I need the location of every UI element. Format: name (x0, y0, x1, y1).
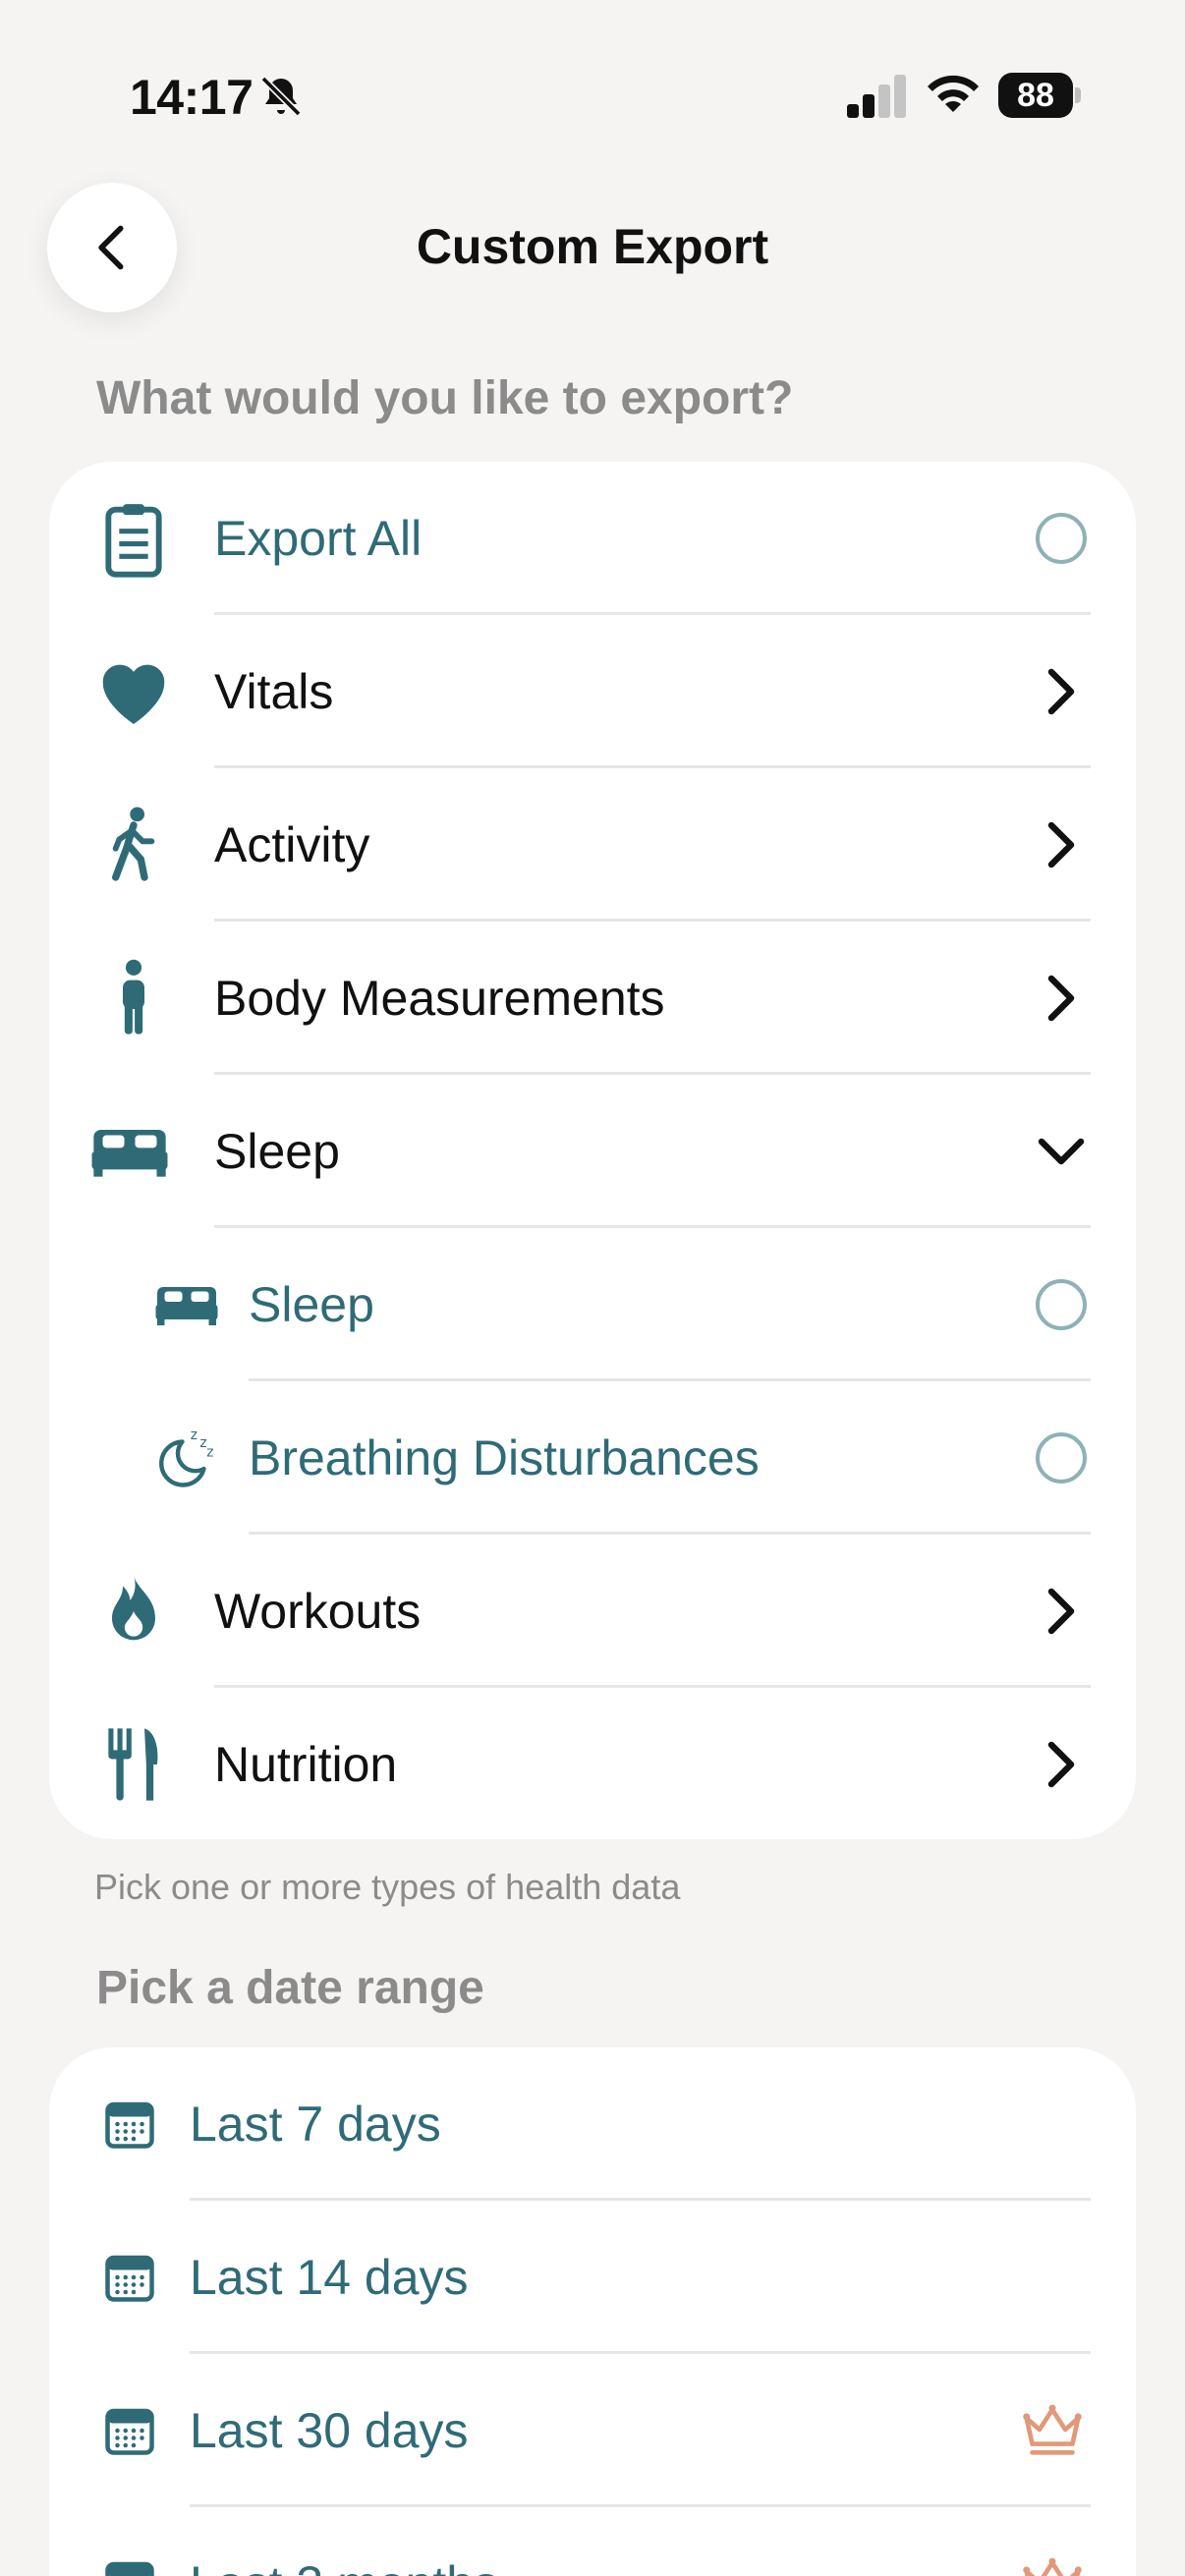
cellular-signal-icon (847, 75, 906, 118)
battery-level: 88 (1017, 77, 1054, 114)
row-nutrition[interactable]: Nutrition (49, 1688, 1136, 1839)
svg-text:z: z (191, 1428, 198, 1443)
row-label: Activity (214, 817, 370, 872)
heart-icon (90, 648, 177, 735)
row-last-3-months[interactable]: Last 3 months (49, 2507, 1136, 2576)
export-section-footer: Pick one or more types of health data (94, 1867, 681, 1907)
row-sleep-group[interactable]: Sleep (49, 1075, 1136, 1228)
chevron-right-icon (1032, 815, 1091, 874)
row-label: Sleep (214, 1124, 340, 1179)
radio-button[interactable] (1032, 1428, 1091, 1487)
chevron-right-icon (1032, 969, 1091, 1028)
moon-zzz-icon: z z z (155, 1415, 220, 1501)
row-label: Workouts (214, 1584, 422, 1639)
date-section-heading: Pick a date range (96, 1962, 484, 2014)
date-range-card: Last 7 days Last 14 days Last 30 days (49, 2047, 1136, 2576)
row-last-14-days[interactable]: Last 14 days (49, 2201, 1136, 2354)
row-label: Last 30 days (190, 2403, 469, 2458)
row-export-all[interactable]: Export All (49, 462, 1136, 615)
row-last-30-days[interactable]: Last 30 days (49, 2354, 1136, 2507)
svg-text:z: z (206, 1445, 213, 1461)
walking-figure-icon (90, 802, 177, 888)
row-label: Vitals (214, 664, 334, 719)
export-section-heading: What would you like to export? (96, 372, 794, 424)
battery-icon: 88 (998, 73, 1081, 118)
row-body-measurements[interactable]: Body Measurements (49, 922, 1136, 1075)
calendar-icon (100, 2234, 159, 2321)
row-sleep[interactable]: Sleep (49, 1228, 1136, 1381)
status-time: 14:17 (130, 70, 254, 125)
chevron-right-icon (1032, 1735, 1091, 1794)
row-label: Export All (214, 511, 423, 566)
row-vitals[interactable]: Vitals (49, 615, 1136, 768)
row-activity[interactable]: Activity (49, 768, 1136, 922)
bed-icon (86, 1108, 173, 1195)
standing-figure-icon (90, 955, 177, 1041)
row-last-7-days[interactable]: Last 7 days (49, 2047, 1136, 2201)
fork-knife-icon (90, 1721, 177, 1808)
wifi-icon (928, 75, 979, 112)
calendar-icon (100, 2541, 159, 2576)
bell-slash-icon (260, 76, 302, 117)
row-label: Body Measurements (214, 971, 665, 1026)
row-workouts[interactable]: Workouts (49, 1535, 1136, 1688)
row-label: Last 7 days (190, 2097, 441, 2152)
row-label: Last 3 months (190, 2507, 498, 2576)
radio-button[interactable] (1032, 1275, 1091, 1334)
calendar-icon (100, 2081, 159, 2167)
flame-icon (90, 1568, 177, 1654)
calendar-icon (100, 2387, 159, 2474)
row-label: Sleep (249, 1277, 374, 1332)
chevron-right-icon (1032, 1582, 1091, 1641)
row-label: Breathing Disturbances (249, 1430, 760, 1485)
page-title: Custom Export (416, 219, 769, 274)
chevron-down-icon (1032, 1122, 1091, 1181)
row-label: Nutrition (214, 1737, 398, 1792)
crown-icon (1018, 2548, 1087, 2576)
radio-button[interactable] (1032, 509, 1091, 568)
battery-nub (1075, 87, 1081, 103)
bed-icon (151, 1261, 222, 1348)
status-bar: 14:17 88 (0, 0, 1185, 187)
chevron-right-icon (1032, 662, 1091, 721)
row-breathing-disturbances[interactable]: z z z Breathing Disturbances (49, 1381, 1136, 1535)
clipboard-icon (90, 495, 177, 582)
row-label: Last 14 days (190, 2250, 469, 2305)
crown-icon (1018, 2395, 1087, 2464)
data-type-card: Export All Vitals Activity Body Measurem… (49, 462, 1136, 1839)
